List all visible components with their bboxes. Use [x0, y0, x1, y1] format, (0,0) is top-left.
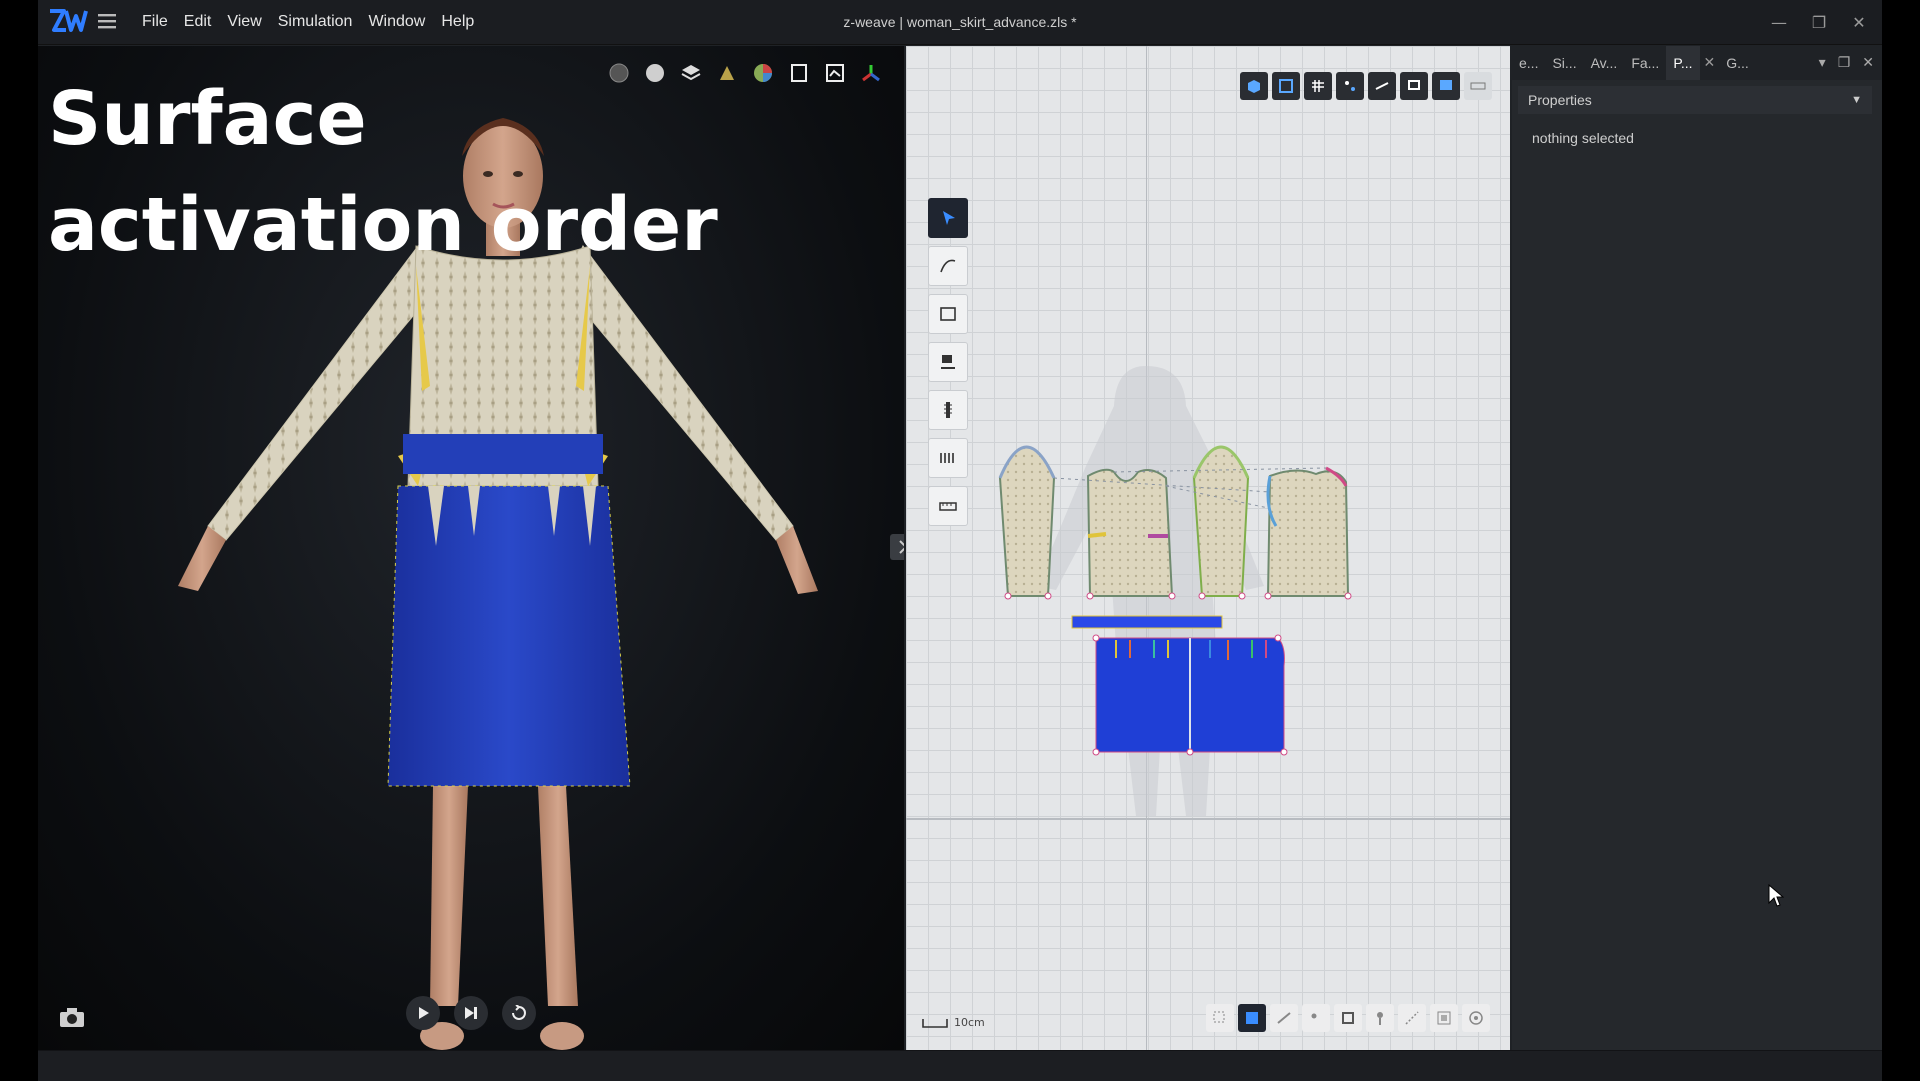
region-icon[interactable] [1430, 1004, 1458, 1032]
menu-edit[interactable]: Edit [176, 13, 220, 31]
pattern-side-tools [928, 198, 968, 526]
panel-controls: ▾ ❐ ✕ [1819, 46, 1874, 80]
close-tab-icon[interactable]: ✕ [1700, 55, 1720, 71]
3d-view-icon[interactable] [1240, 72, 1268, 100]
float-panel-icon[interactable]: ❐ [1838, 55, 1851, 71]
pattern-pieces[interactable] [996, 396, 1416, 766]
fold-tool-icon[interactable] [928, 438, 968, 478]
play-icon[interactable] [406, 996, 440, 1030]
points-visibility-icon[interactable] [1336, 72, 1364, 100]
layers-icon[interactable] [678, 60, 704, 86]
properties-title: Properties [1528, 92, 1592, 108]
color-wheel-icon[interactable] [750, 60, 776, 86]
menu-help[interactable]: Help [433, 13, 482, 31]
tab-si[interactable]: Si... [1545, 46, 1583, 80]
seams-visibility-icon[interactable] [1368, 72, 1396, 100]
status-bar [38, 1050, 1882, 1081]
mouse-cursor-icon [1768, 884, 1784, 907]
collapse-arrow-icon[interactable]: ▼ [1851, 86, 1862, 114]
close-panel-icon[interactable]: ✕ [1862, 55, 1874, 71]
2d-pattern-window[interactable]: 10cm [906, 46, 1510, 1050]
app-window: File Edit View Simulation Window Help z-… [38, 0, 1882, 1081]
pin-icon[interactable] [1366, 1004, 1394, 1032]
chevron-down-icon[interactable]: ▾ [1819, 55, 1826, 71]
grid-visibility-icon[interactable] [1304, 72, 1332, 100]
pattern-edit-icon[interactable] [1272, 72, 1300, 100]
sewing-tool-icon[interactable] [928, 342, 968, 382]
rectangle-tool-icon[interactable] [928, 294, 968, 334]
fabric-visibility-icon[interactable] [1432, 72, 1460, 100]
menu-window[interactable]: Window [360, 13, 433, 31]
target-icon[interactable] [1462, 1004, 1490, 1032]
point-icon[interactable] [1302, 1004, 1330, 1032]
zipper-tool-icon[interactable] [928, 390, 968, 430]
tab-properties[interactable]: P... [1666, 46, 1700, 80]
menu-view[interactable]: View [219, 13, 269, 31]
menu-simulation[interactable]: Simulation [270, 13, 361, 31]
empty-selection-message: nothing selected [1532, 130, 1634, 146]
render-mode-icon[interactable] [606, 60, 632, 86]
panel-collapse-handle[interactable] [890, 534, 904, 560]
tab-fa[interactable]: Fa... [1624, 46, 1666, 80]
window-controls: — ❐ ✕ [1770, 0, 1868, 44]
scale-indicator: 10cm [922, 1016, 985, 1029]
ruler-icon[interactable] [1464, 72, 1492, 100]
select-tool-icon[interactable] [928, 198, 968, 238]
frame-icon[interactable] [786, 60, 812, 86]
transform-icon[interactable] [1334, 1004, 1362, 1032]
3d-viewport[interactable]: Surface activation order [38, 46, 904, 1050]
overlay-title: Surface activation order [48, 66, 718, 278]
step-forward-icon[interactable] [454, 996, 488, 1030]
close-icon[interactable]: ✕ [1850, 13, 1868, 32]
tab-av[interactable]: Av... [1584, 46, 1625, 80]
viewport-toolbar [606, 60, 884, 86]
edge-icon[interactable] [1270, 1004, 1298, 1032]
sphere-icon[interactable] [642, 60, 668, 86]
pins-visibility-icon[interactable] [1400, 72, 1428, 100]
camera-icon[interactable] [58, 1006, 86, 1032]
hanger-icon[interactable] [714, 60, 740, 86]
title-bar: File Edit View Simulation Window Help z-… [38, 0, 1882, 45]
scale-label: 10cm [954, 1016, 985, 1029]
tab-g[interactable]: G... [1719, 46, 1756, 80]
playback-controls [406, 996, 536, 1030]
properties-panel: e... Si... Av... Fa... P... ✕ G... ▾ ❐ ✕… [1512, 46, 1882, 1050]
minimize-icon[interactable]: — [1770, 13, 1788, 32]
hamburger-menu-icon[interactable] [98, 13, 116, 29]
tab-e[interactable]: e... [1512, 46, 1545, 80]
pattern-bottom-toolbar [1206, 1004, 1490, 1032]
menu-bar: File Edit View Simulation Window Help [134, 0, 482, 44]
overlay-title-line2: activation order [48, 182, 718, 268]
menu-file[interactable]: File [134, 13, 176, 31]
maximize-icon[interactable]: ❐ [1810, 13, 1828, 32]
reset-icon[interactable] [502, 996, 536, 1030]
pattern-top-toolbar [1240, 72, 1492, 100]
snap-icon[interactable] [1206, 1004, 1234, 1032]
line-icon[interactable] [1398, 1004, 1426, 1032]
properties-header[interactable]: Properties ▼ [1518, 86, 1872, 114]
curve-tool-icon[interactable] [928, 246, 968, 286]
axis-gizmo-icon[interactable] [858, 60, 884, 86]
fill-icon[interactable] [1238, 1004, 1266, 1032]
texture-icon[interactable] [822, 60, 848, 86]
zw-logo-icon[interactable] [48, 8, 88, 34]
measure-tool-icon[interactable] [928, 486, 968, 526]
scale-bar-icon [922, 1018, 948, 1028]
